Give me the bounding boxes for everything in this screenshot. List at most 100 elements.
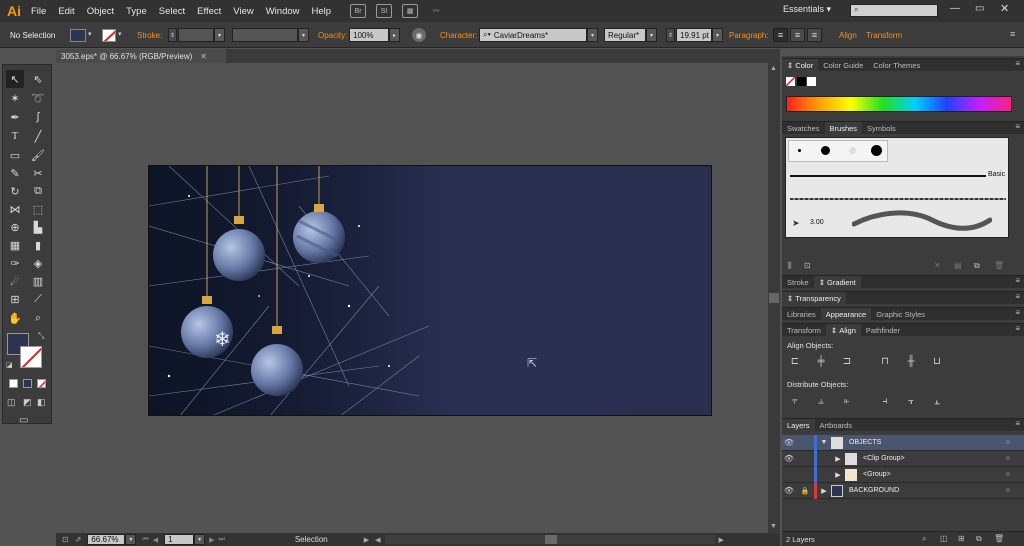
visibility-eye-icon[interactable]: 👁: [782, 486, 796, 495]
menu-edit[interactable]: Edit: [52, 0, 80, 22]
align-right-icon[interactable]: ≡: [807, 28, 822, 42]
brush-dots-row[interactable]: [788, 140, 888, 162]
color-mode-icon[interactable]: [9, 379, 18, 388]
align-right-edges-icon[interactable]: ⊐: [840, 354, 854, 368]
brush-dot-soft[interactable]: [849, 147, 856, 154]
visibility-eye-icon[interactable]: 👁: [782, 438, 796, 447]
artboard-dropdown[interactable]: ▾: [194, 534, 206, 545]
delete-layer-icon[interactable]: 🗑: [994, 534, 1004, 543]
rotate-tool-icon[interactable]: ↻: [6, 182, 24, 200]
align-horizontal-center-icon[interactable]: ╪: [814, 354, 828, 368]
tab-color-themes[interactable]: Color Themes: [868, 59, 925, 72]
close-icon[interactable]: ✕: [1000, 2, 1009, 15]
layer-row[interactable]: 👁 ▼ OBJECTS ○: [782, 434, 1024, 451]
visibility-eye-icon[interactable]: 👁: [782, 454, 796, 463]
free-transform-tool-icon[interactable]: ⬚: [29, 200, 47, 218]
brush-libraries-icon[interactable]: ⫼: [788, 261, 792, 271]
align-left-icon[interactable]: ≡: [773, 28, 788, 42]
draw-inside-icon[interactable]: ◧: [37, 397, 46, 408]
pen-tool-icon[interactable]: ✒: [6, 108, 24, 126]
menu-type[interactable]: Type: [120, 0, 153, 22]
align-center-icon[interactable]: ≡: [790, 28, 805, 42]
character-label[interactable]: Character:: [440, 31, 477, 40]
open-icon[interactable]: ⇗: [75, 535, 82, 544]
menu-select[interactable]: Select: [153, 0, 191, 22]
symbol-sprayer-tool-icon[interactable]: ☄: [6, 272, 24, 290]
zoom-tool-icon[interactable]: ⌕: [29, 309, 47, 327]
black-swatch[interactable]: [797, 77, 806, 86]
new-sublayer-icon[interactable]: ⊞: [958, 534, 965, 543]
artboard-tool-icon[interactable]: ⊞: [6, 290, 24, 308]
tab-transparency[interactable]: ⇕ Transparency: [782, 291, 846, 305]
horizontal-scrollbar[interactable]: [384, 535, 715, 544]
tab-libraries[interactable]: Libraries: [782, 308, 821, 321]
make-clipping-mask-icon[interactable]: ◫: [940, 534, 948, 543]
brush-dot-large[interactable]: [871, 145, 882, 156]
rectangle-tool-icon[interactable]: ▭: [6, 146, 24, 164]
expand-arrow-icon[interactable]: ▶: [831, 471, 845, 479]
fill-swatch[interactable]: [70, 29, 86, 42]
minimize-icon[interactable]: —: [950, 3, 960, 14]
scale-tool-icon[interactable]: ⧉: [29, 182, 47, 200]
appearance-panel-menu-icon[interactable]: ≡: [1015, 308, 1020, 317]
zoom-dropdown[interactable]: ▾: [125, 534, 137, 545]
distribute-bottom-icon[interactable]: ⫦: [840, 394, 854, 408]
hand-tool-icon[interactable]: ✋: [6, 309, 24, 327]
stroke-swatch[interactable]: [102, 29, 116, 42]
tab-align[interactable]: ⇕ Align: [825, 323, 861, 337]
transparency-panel-menu-icon[interactable]: ≡: [1015, 292, 1020, 301]
magic-wand-tool-icon[interactable]: ✶: [6, 89, 24, 107]
remove-brush-stroke-icon[interactable]: ✕: [934, 261, 941, 270]
tab-brushes[interactable]: Brushes: [824, 121, 863, 135]
distribute-top-icon[interactable]: ⫧: [788, 394, 802, 408]
curvature-tool-icon[interactable]: ∫: [29, 108, 47, 126]
tab-symbols[interactable]: Symbols: [862, 122, 901, 135]
menu-effect[interactable]: Effect: [191, 0, 227, 22]
color-panel-menu-icon[interactable]: ≡: [1015, 59, 1020, 68]
expand-arrow-icon[interactable]: ▼: [817, 439, 831, 446]
opacity-field[interactable]: 100%: [349, 28, 389, 42]
scroll-thumb[interactable]: [769, 293, 779, 303]
opacity-arrow[interactable]: ▸: [389, 28, 400, 42]
brush-options-icon[interactable]: ▤: [954, 261, 962, 270]
tab-color-guide[interactable]: Color Guide: [818, 59, 868, 72]
shape-builder-tool-icon[interactable]: ⊕: [6, 218, 24, 236]
paintbrush-tool-icon[interactable]: 🖌: [29, 146, 47, 164]
recolor-icon[interactable]: ◉: [412, 28, 426, 42]
workspace-switcher[interactable]: Essentials ▾: [783, 4, 831, 15]
document-tab[interactable]: 3053.eps* @ 66.67% (RGB/Preview) ✕: [56, 49, 226, 63]
font-size-field[interactable]: 19.91 pt: [676, 28, 712, 42]
draw-normal-icon[interactable]: ◫: [7, 397, 16, 408]
width-tool-icon[interactable]: ⋈: [6, 200, 24, 218]
expand-arrow-icon[interactable]: ▶: [831, 455, 845, 463]
last-artboard-icon[interactable]: ⏭: [219, 536, 225, 544]
new-brush-icon[interactable]: ⧉: [974, 261, 980, 271]
brush-dot-small[interactable]: [798, 149, 801, 152]
stock-icon[interactable]: St: [376, 4, 393, 18]
font-size-dropdown[interactable]: ▾: [712, 28, 723, 42]
tab-gradient[interactable]: ⇕ Gradient: [813, 275, 861, 289]
paragraph-label[interactable]: Paragraph:: [729, 31, 769, 40]
artboard-number-field[interactable]: 1: [164, 534, 195, 545]
distribute-left-icon[interactable]: ⫞: [878, 394, 892, 408]
layers-panel-menu-icon[interactable]: ≡: [1015, 419, 1020, 428]
status-menu-arrow[interactable]: ▶: [364, 536, 369, 544]
lasso-tool-icon[interactable]: ➰: [29, 89, 47, 107]
align-bottom-edges-icon[interactable]: ⊔: [930, 354, 944, 368]
none-mode-icon[interactable]: [37, 379, 46, 388]
target-circle-icon[interactable]: ○: [1006, 455, 1010, 462]
align-link[interactable]: Align: [839, 31, 857, 40]
target-circle-icon[interactable]: ○: [1006, 471, 1010, 478]
font-style-dropdown[interactable]: ▾: [646, 28, 657, 42]
eyedropper-tool-icon[interactable]: ✑: [6, 254, 24, 272]
draw-behind-icon[interactable]: ◩: [23, 397, 32, 408]
distribute-vertical-center-icon[interactable]: ⫨: [814, 394, 828, 408]
basic-brush-stroke[interactable]: [790, 175, 986, 177]
bridge-icon[interactable]: Br: [350, 4, 367, 18]
align-top-edges-icon[interactable]: ⊓: [878, 354, 892, 368]
font-size-stepper[interactable]: ⇕: [666, 28, 675, 42]
pencil-tool-icon[interactable]: ✎: [6, 164, 24, 182]
font-style-field[interactable]: Regular*: [604, 28, 646, 42]
selection-tool-icon[interactable]: ↖: [6, 70, 24, 88]
stroke-weight-stepper[interactable]: ⇕: [168, 28, 177, 42]
